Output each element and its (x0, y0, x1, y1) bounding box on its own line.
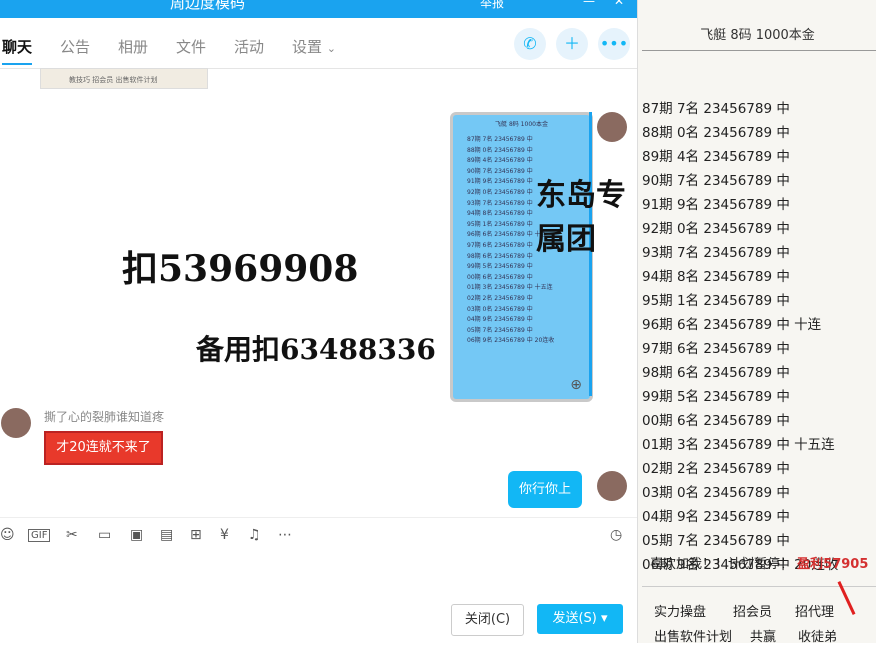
avatar[interactable] (597, 471, 627, 501)
panel-footer: 喜欢加我！！计划暂停！ 盈利57905 (650, 553, 868, 572)
image-row: 89期 4名 23456789 中 (467, 157, 533, 165)
result-row: 89期 4名 23456789 中 (642, 149, 790, 165)
result-row: 92期 0名 23456789 中 (642, 221, 790, 237)
link-item: 出售软件计划 (654, 630, 733, 645)
result-row: 00期 6名 23456789 中 (642, 413, 790, 429)
image-row: 87期 7名 23456789 中 (467, 136, 533, 143)
result-row: 93期 7名 23456789 中 (642, 245, 790, 261)
close-window-icon[interactable]: ✕ (614, 0, 624, 8)
report-link[interactable]: 举报 (480, 0, 504, 11)
results-panel: 飞艇 8码 1000本金 87期 7名 23456789 中 88期 0名 234… (637, 0, 876, 645)
result-row: 05期 7名 23456789 中 (642, 533, 790, 549)
history-icon[interactable]: ◷ (610, 527, 622, 543)
result-row: 94期 8名 23456789 中 (642, 269, 790, 285)
tab-notice[interactable]: 公告 (60, 36, 90, 57)
chat-window: 周边度模码 举报 — ✕ 聊天 公告 相册 文件 活动 设置 ⌄ ✆ ＋ •••… (0, 0, 637, 643)
link-item: 招会员 (733, 605, 773, 620)
input-toolbar: ☺ GIF ✂ ▭ ▣ ▤ ⊞ ¥ ♫ ⋯ ◷ (0, 517, 637, 554)
image-row: 99期 5名 23456789 中 (467, 263, 533, 271)
gift-icon[interactable]: ⊞ (190, 527, 202, 543)
divider (642, 50, 876, 51)
footer-text: 喜欢加我！！计划暂停！ (650, 557, 794, 572)
image-thumbnail[interactable]: 教技巧 招会员 出售软件计划 (40, 68, 208, 89)
send-button[interactable]: 发送(S) ▾ (537, 604, 623, 634)
my-message-bubble: 你行你上 (508, 471, 582, 508)
phone-icon[interactable]: ✆ (514, 28, 546, 60)
image-row: 01期 3名 23456789 中 十五连 (467, 284, 553, 292)
tab-settings[interactable]: 设置 ⌄ (292, 36, 336, 57)
image-row: 88期 0名 23456789 中 (467, 146, 533, 154)
tab-settings-label: 设置 (292, 38, 323, 56)
close-button[interactable]: 关闭(C) (451, 604, 524, 636)
image-row: 02期 2名 23456789 中 (467, 294, 533, 302)
more-options-icon[interactable]: ⋯ (278, 527, 292, 543)
result-row: 88期 0名 23456789 中 (642, 125, 790, 141)
watermark-backup-qq: 备用扣63488336 (196, 333, 436, 366)
window-title: 周边度模码 (170, 0, 246, 12)
image-icon[interactable]: ▣ (130, 527, 143, 543)
image-row: 03期 0名 23456789 中 (467, 305, 533, 313)
link-item: 招代理 (795, 605, 835, 620)
result-row: 95期 1名 23456789 中 (642, 293, 790, 309)
gif-icon[interactable]: GIF (28, 529, 51, 542)
tab-activity[interactable]: 活动 (234, 36, 264, 57)
result-row: 98期 6名 23456789 中 (642, 365, 790, 381)
avatar[interactable] (1, 408, 31, 438)
link-item: 收徒弟 (798, 630, 838, 645)
image-row: 06期 9名 23456789 中 20连收 (467, 337, 555, 345)
chevron-down-icon: ⌄ (326, 42, 337, 55)
sender-name: 撕了心的裂肺谁知道疼 (44, 410, 165, 424)
result-row: 02期 2名 23456789 中 (642, 461, 790, 477)
scissors-icon[interactable]: ✂ (66, 527, 78, 543)
folder-icon[interactable]: ▭ (98, 527, 111, 543)
tab-album[interactable]: 相册 (118, 36, 148, 57)
emoji-icon[interactable]: ☺ (0, 527, 15, 543)
more-icon[interactable]: ••• (598, 28, 630, 60)
result-row: 97期 6名 23456789 中 (642, 341, 790, 357)
profit-text: 盈利57905 (797, 557, 869, 572)
minimize-icon[interactable]: — (583, 0, 595, 8)
thumb-text: 教技巧 招会员 出售软件计划 (69, 76, 158, 84)
link-item: 共赢 (750, 630, 777, 645)
watermark-group: 东岛专属团 (536, 178, 626, 257)
watermark-qq: 扣53969908 (122, 248, 359, 290)
add-chat-icon[interactable]: ＋ (556, 28, 588, 60)
title-bar: 周边度模码 举报 — ✕ (0, 0, 637, 18)
tab-chat[interactable]: 聊天 (2, 36, 33, 65)
chevron-down-icon[interactable]: ▾ (601, 611, 608, 626)
result-row: 91期 9名 23456789 中 (642, 197, 790, 213)
red-packet-icon[interactable]: ¥ (220, 527, 229, 543)
result-row: 87期 7名 23456789 中 (642, 101, 790, 117)
message-bubble: 才20连就不来了 (44, 431, 163, 465)
avatar[interactable] (597, 112, 627, 142)
result-row: 04期 9名 23456789 中 (642, 509, 790, 525)
image-row: 05期 7名 23456789 中 (467, 326, 533, 334)
send-label: 发送(S) (552, 611, 597, 626)
result-row: 03期 0名 23456789 中 (642, 485, 790, 501)
zoom-icon[interactable]: ⊕ (570, 377, 582, 393)
tab-files[interactable]: 文件 (176, 36, 206, 57)
link-item: 实力操盘 (654, 605, 707, 620)
image-row: 04期 9名 23456789 中 (467, 316, 533, 324)
result-row: 96期 6名 23456789 中 十连 (642, 317, 822, 333)
video-icon[interactable]: ▤ (160, 527, 173, 543)
result-row: 99期 5名 23456789 中 (642, 389, 790, 405)
result-row: 90期 7名 23456789 中 (642, 173, 790, 189)
bell-icon[interactable]: ♫ (248, 527, 261, 543)
image-header: 飞艇 8码 1000本金 (495, 121, 548, 128)
image-row: 00期 6名 23456789 中 (467, 273, 533, 281)
result-row: 01期 3名 23456789 中 十五连 (642, 437, 835, 453)
panel-header: 飞艇 8码 1000本金 (700, 28, 815, 43)
